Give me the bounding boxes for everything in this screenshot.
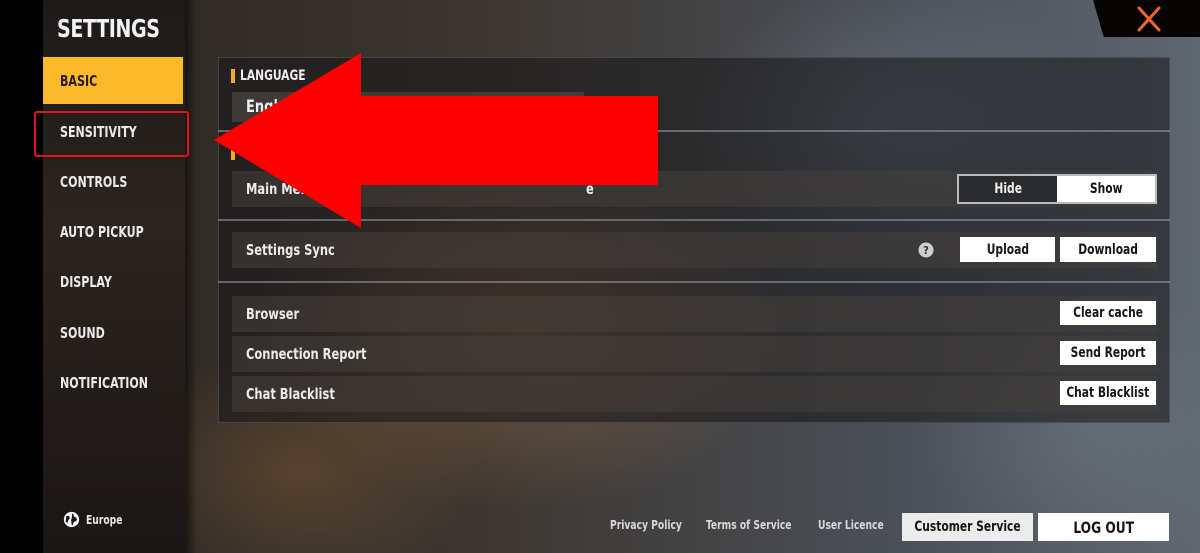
chat-blacklist-row: Chat Blacklist — [232, 376, 1158, 412]
question-icon[interactable]: ? — [918, 242, 934, 258]
user-licence-link[interactable]: User Licence — [818, 518, 895, 532]
left-edge — [0, 0, 43, 553]
svg-text:?: ? — [923, 244, 929, 257]
upload-button[interactable]: Upload — [960, 237, 1055, 262]
row-label: Main Men — [246, 180, 309, 198]
sidebar-item-label: CONTROLS — [60, 172, 128, 191]
sidebar-item-controls[interactable]: CONTROLS — [43, 158, 183, 205]
toggle-hide[interactable]: Hide — [959, 176, 1057, 202]
sidebar-item-label: AUTO PICKUP — [60, 222, 144, 241]
language-value: Engl — [246, 97, 278, 117]
row-label: Connection Report — [246, 345, 367, 363]
main-menu-toggle[interactable]: Hide Show — [957, 174, 1157, 204]
download-button[interactable]: Download — [1060, 237, 1156, 262]
section-label-text: LANGUAGE — [240, 68, 306, 84]
section-divider — [218, 281, 1170, 283]
sidebar-item-label: SOUND — [60, 323, 105, 342]
sidebar-item-display[interactable]: DISPLAY — [43, 258, 183, 305]
section-accent-bar — [231, 146, 235, 160]
sidebar-item-label: BASIC — [60, 71, 98, 90]
sensitivity-highlight-box — [34, 111, 189, 157]
privacy-policy-link[interactable]: Privacy Policy — [610, 518, 695, 532]
language-select[interactable]: Engl — [232, 92, 584, 122]
sidebar-item-sound[interactable]: SOUND — [43, 309, 183, 356]
connection-report-row: Connection Report — [232, 336, 1158, 372]
sidebar-shadow — [185, 0, 197, 553]
chat-blacklist-button[interactable]: Chat Blacklist — [1060, 381, 1156, 405]
sidebar-item-auto-pickup[interactable]: AUTO PICKUP — [43, 208, 183, 255]
language-section-label: LANGUAGE — [231, 68, 317, 84]
row-label: Browser — [246, 305, 300, 323]
send-report-button[interactable]: Send Report — [1060, 341, 1156, 365]
sidebar-item-label: NOTIFICATION — [60, 373, 149, 392]
clear-cache-button[interactable]: Clear cache — [1060, 301, 1156, 325]
close-icon[interactable] — [1133, 5, 1165, 33]
sidebar-item-label: DISPLAY — [60, 272, 112, 291]
browser-row: Browser — [232, 296, 1158, 332]
row-label: Settings Sync — [246, 241, 335, 259]
sidebar-item-basic[interactable]: BASIC — [43, 57, 183, 104]
row-label: Chat Blacklist — [246, 385, 335, 403]
page-title: SETTINGS — [57, 14, 160, 43]
section-divider — [218, 130, 1170, 132]
globe-icon — [63, 511, 80, 528]
customer-service-button[interactable]: Customer Service — [902, 513, 1033, 541]
terms-of-service-link[interactable]: Terms of Service — [706, 518, 807, 532]
sidebar-item-notification[interactable]: NOTIFICATION — [43, 359, 183, 406]
section-accent-bar — [231, 69, 235, 83]
region-selector[interactable]: Europe — [63, 511, 129, 528]
toggle-show[interactable]: Show — [1057, 176, 1155, 202]
row-label-end: e — [586, 180, 594, 198]
logout-button[interactable]: LOG OUT — [1038, 513, 1169, 541]
section-divider — [218, 219, 1170, 221]
display-section-label — [231, 146, 235, 160]
region-label: Europe — [86, 512, 123, 527]
